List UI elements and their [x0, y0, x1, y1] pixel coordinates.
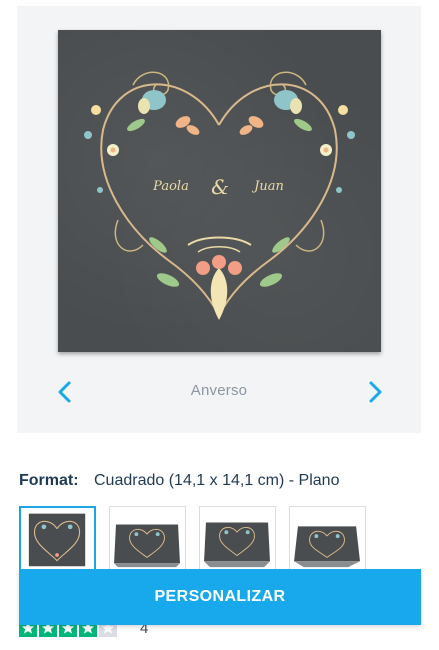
personalize-button[interactable]: PERSONALIZAR — [19, 569, 421, 625]
thumbnail-folded-card-2[interactable] — [199, 506, 276, 572]
card-name-right: Juan — [251, 179, 284, 194]
format-row: Format: Cuadrado (14,1 x 14,1 cm) - Plan… — [19, 472, 339, 490]
next-side-button[interactable] — [365, 380, 385, 404]
format-label: Format: — [19, 472, 79, 489]
card-ampersand: & — [211, 175, 229, 199]
side-label: Anverso — [190, 382, 248, 399]
chevron-right-icon — [369, 381, 382, 403]
thumbnail-folded-card-1[interactable] — [109, 506, 186, 572]
format-value: Cuadrado (14,1 x 14,1 cm) - Plano — [94, 472, 340, 489]
thumbnail-folded-card-3[interactable] — [289, 506, 366, 572]
card-name-left: Paola — [152, 179, 189, 194]
invitation-card-preview: Paola & Juan — [58, 30, 381, 352]
format-thumbnails — [19, 506, 419, 574]
thumbnail-flat-card[interactable] — [19, 506, 96, 572]
product-preview: Paola & Juan Anverso — [17, 6, 421, 433]
